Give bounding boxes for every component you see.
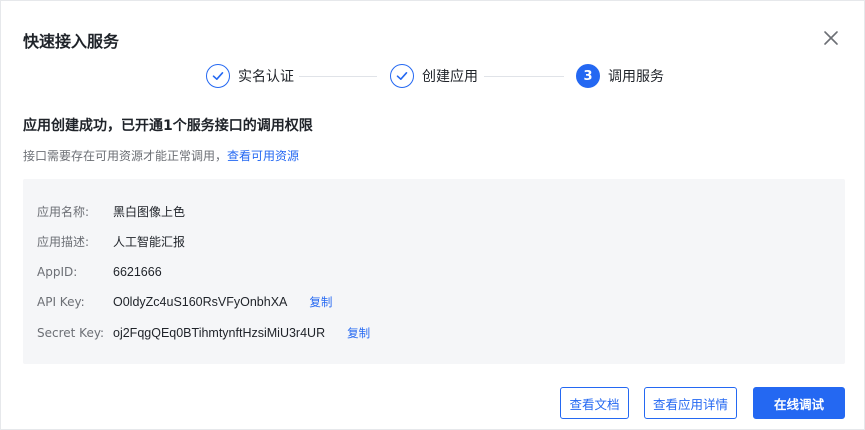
success-headline: 应用创建成功，已开通1个服务接口的调用权限 (23, 118, 313, 134)
info-row-appid: AppID: 6621666 (37, 263, 162, 281)
view-resources-link[interactable]: 查看可用资源 (227, 149, 299, 163)
app-desc-value: 人工智能汇报 (113, 234, 186, 249)
online-debug-button[interactable]: 在线调试 (753, 387, 845, 419)
dialog-title: 快速接入服务 (23, 32, 120, 51)
close-icon[interactable] (821, 28, 841, 48)
check-icon (206, 64, 230, 88)
resource-note: 接口需要存在可用资源才能正常调用，查看可用资源 (23, 147, 299, 164)
step-create-app: 创建应用 (390, 64, 478, 88)
view-docs-button[interactable]: 查看文档 (560, 387, 629, 419)
step-call-service: 3 调用服务 (576, 64, 664, 88)
info-row-apikey: API Key: O0ldyZc4uS160RsVFyOnbhXA 复制 (37, 293, 332, 311)
step-label: 创建应用 (422, 69, 478, 85)
apikey-value: O0ldyZc4uS160RsVFyOnbhXA (113, 295, 288, 309)
app-info-panel: 应用名称: 黑白图像上色 应用描述: 人工智能汇报 AppID: 6621666… (23, 179, 845, 364)
step-label: 实名认证 (238, 69, 294, 85)
info-key: API Key: (37, 295, 85, 309)
view-app-details-button[interactable]: 查看应用详情 (644, 387, 737, 419)
info-row-name: 应用名称: 黑白图像上色 (37, 202, 185, 220)
info-key: 应用描述: (37, 234, 90, 249)
copy-secret-button[interactable]: 复制 (347, 325, 370, 341)
info-key: 应用名称: (37, 204, 90, 219)
info-row-desc: 应用描述: 人工智能汇报 (37, 232, 185, 250)
step-label: 调用服务 (608, 69, 664, 85)
step-connector (484, 76, 564, 77)
step-number-badge: 3 (576, 64, 600, 88)
check-icon (390, 64, 414, 88)
info-key: AppID: (37, 265, 78, 279)
secret-key-value: oj2FqgQEq0BTihmtynftHzsiMiU3r4UR (113, 326, 326, 340)
step-realname: 实名认证 (206, 64, 294, 88)
copy-apikey-button[interactable]: 复制 (309, 294, 332, 310)
info-row-secret: Secret Key: oj2FqgQEq0BTihmtynftHzsiMiU3… (37, 324, 370, 342)
app-name-value: 黑白图像上色 (113, 204, 186, 219)
appid-value: 6621666 (113, 265, 162, 279)
step-connector (299, 76, 377, 77)
quick-access-dialog: 快速接入服务 实名认证 创建应用 3 调用服务 应用创建成功，已开通1个服务接口… (0, 0, 865, 430)
resource-note-text: 接口需要存在可用资源才能正常调用， (23, 149, 228, 163)
info-key: Secret Key: (37, 326, 105, 340)
